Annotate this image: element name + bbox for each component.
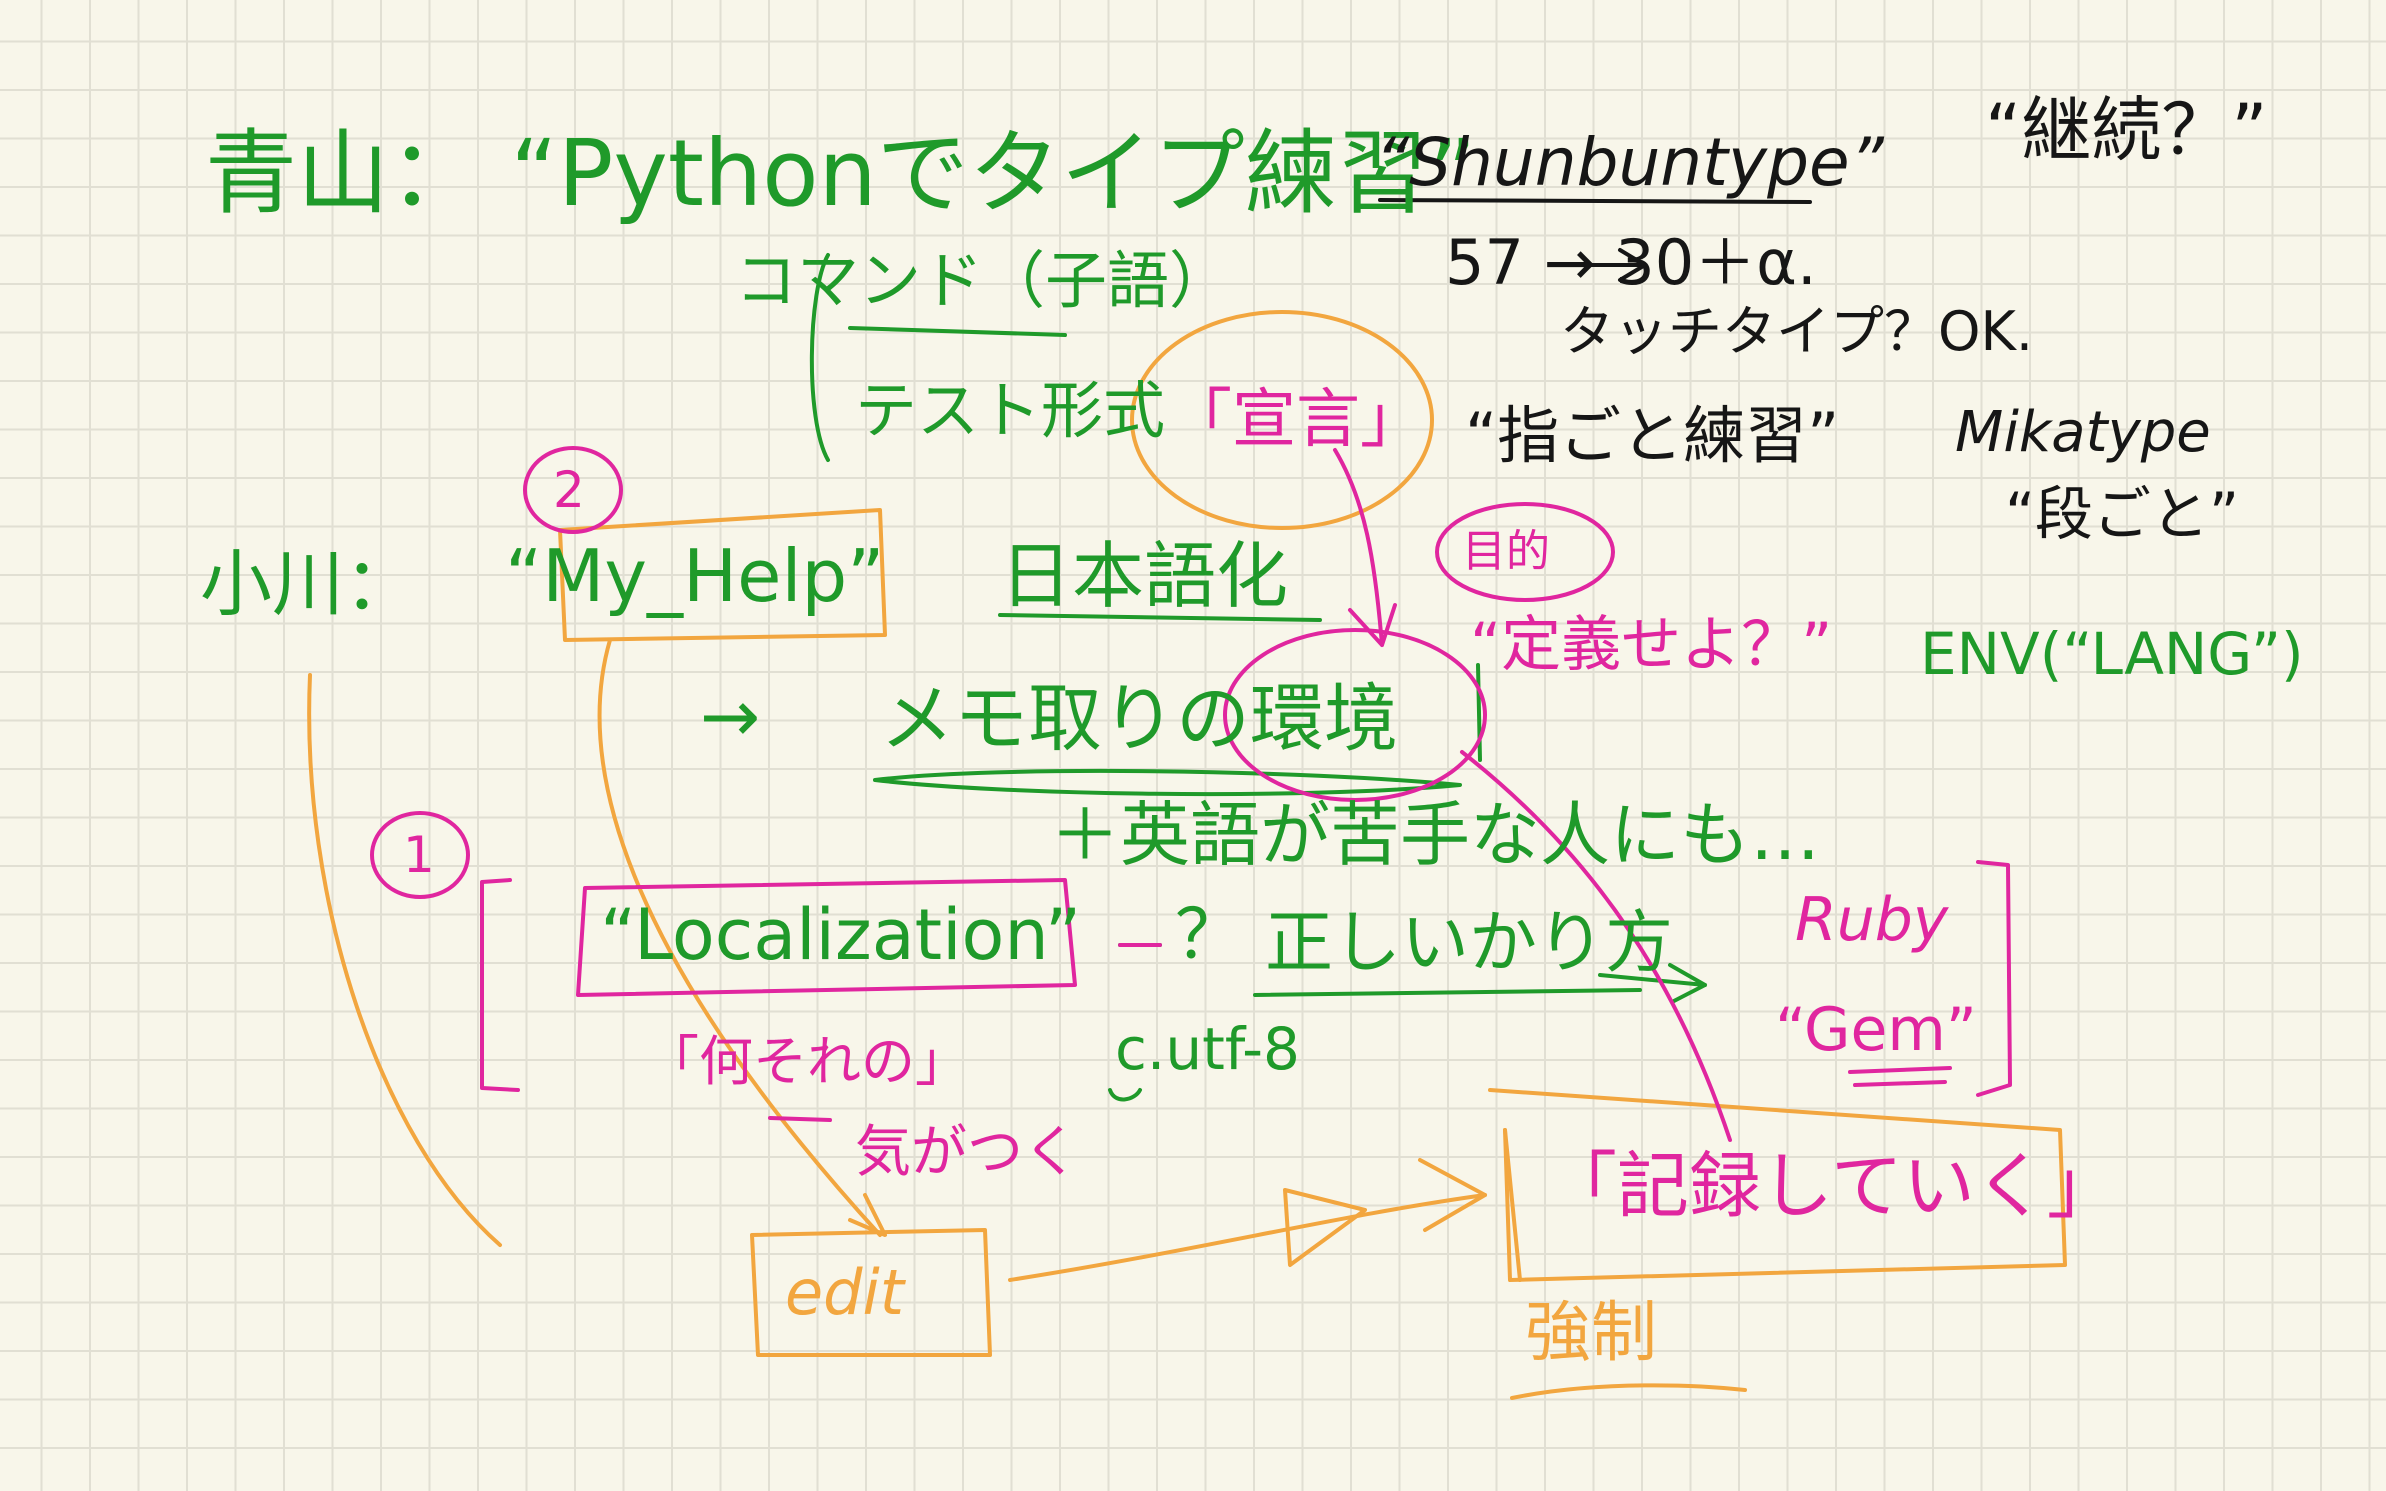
note-myhelp: “My_Help” (505, 534, 885, 618)
note-num1: 1 (403, 826, 435, 884)
note-tadashii: 正しいかり方 (1265, 904, 1674, 983)
note-shunbuntype: “Shunbuntype” (1375, 124, 1884, 201)
note-command: コマンド（子語） (735, 244, 1232, 317)
note-nihongo: 日本語化 (1000, 534, 1289, 618)
note-eigo: ＋英語が苦手な人にも… (1050, 794, 1820, 876)
note-touch: タッチタイプ？OK. (1560, 300, 2034, 363)
green-underline-command (848, 326, 1067, 337)
note-kyouhan: 強制 (1525, 1294, 1657, 1371)
note-localization: “Localization” (600, 894, 1082, 976)
orange-arrowhead-edit (848, 1193, 887, 1237)
note-gem: “Gem” (1775, 995, 1977, 1065)
note-mikatype: Mikatype (1955, 400, 2211, 465)
note-nanisore: 「何それの」 (645, 1030, 969, 1093)
note-keizoku: “継続？” (1985, 89, 2268, 171)
note-aoyama: 青山： “Pythonでタイプ練習” (205, 120, 1477, 227)
note-utf8: c.utf-8 (1115, 1015, 1300, 1083)
note-q: ？ (1175, 896, 1244, 975)
note-arrow: → (700, 674, 761, 758)
pink-bracket-right (1976, 860, 2012, 1097)
green-underline-tadashii (1253, 988, 1642, 997)
orange-underline-kyouhan (1510, 1383, 1747, 1400)
orange-arrow-edit-kiroku (1008, 1193, 1487, 1282)
green-underline-memo (873, 768, 1462, 797)
note-test-format: テスト形式 (855, 374, 1166, 447)
whiteboard-canvas: 青山： “Pythonでタイプ練習” コマンド（子語） テスト形式 小川： “M… (0, 0, 2386, 1491)
note-ogawa: 小川： (200, 542, 417, 626)
note-kigatsuku: 気がつく (855, 1120, 1079, 1185)
note-dan: “段ごと” (2005, 480, 2240, 548)
orange-curve-left (307, 673, 502, 1247)
note-teigi: “定義せよ？” (1470, 610, 1833, 680)
note-yubi: “指ごと練習” (1465, 399, 1840, 472)
note-env: ENV(“LANG”) (1920, 620, 2304, 688)
pink-bracket-left (480, 878, 520, 1092)
note-edit: edit (785, 1256, 905, 1329)
pink-underline-gem (1848, 1066, 1952, 1087)
note-num2: 2 (553, 461, 585, 519)
note-memo: メモ取りの環境 (880, 676, 1398, 762)
note-count: 57 → 30＋α. (1445, 226, 1817, 299)
pink-arrow-sengen-kankyo (1333, 448, 1397, 647)
pink-line-nanisore (768, 1116, 832, 1122)
note-sengen: 「宣言」 (1168, 383, 1424, 457)
green-curl-utf8 (1108, 1088, 1142, 1102)
note-ruby: Ruby (1795, 885, 1949, 955)
note-kiroku: 「記録していく」 (1545, 1144, 2119, 1228)
note-mokuteki: 目的 (1462, 526, 1550, 577)
